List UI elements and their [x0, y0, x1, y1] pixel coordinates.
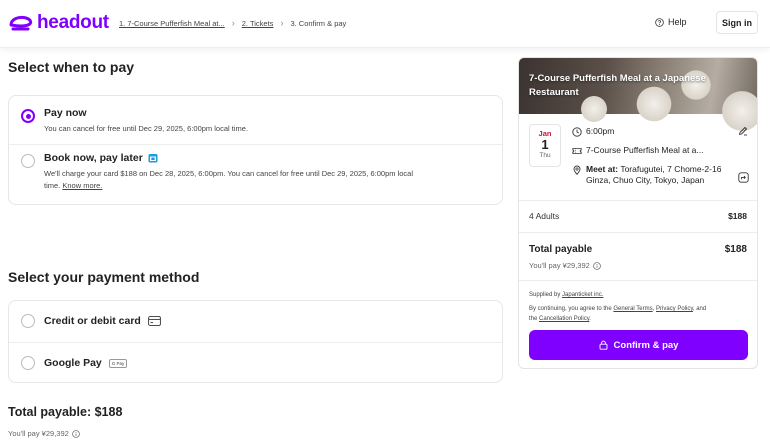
date-weekday: Thu — [539, 152, 551, 159]
privacy-policy-link[interactable]: Privacy Policy — [656, 306, 693, 312]
local-currency-amount: You'll pay ¥29,392 — [8, 429, 69, 438]
google-pay-badge-icon: G Pay — [108, 358, 128, 368]
pay-later-label: Book now, pay later — [44, 152, 143, 164]
pay-later-option[interactable]: Book now, pay later We'll charge your ca… — [9, 145, 502, 205]
credit-card-title: Credit or debit card — [44, 315, 161, 327]
question-circle-icon — [655, 17, 664, 27]
supplier-prefix: Supplied by — [529, 292, 563, 298]
terms-period: . — [589, 316, 591, 322]
terms-the: the — [529, 316, 540, 322]
card-total-value: $188 — [724, 244, 747, 255]
headout-logo-icon — [9, 15, 33, 31]
time-row: 6:00pm — [572, 126, 614, 137]
booking-summary-card: 7-Course Pufferfish Meal at a Japanese R… — [518, 57, 758, 369]
confirm-and-pay-label: Confirm & pay — [613, 339, 679, 351]
meeting-point-address-2: Ginza, Chuo City, Tokyo, Japan — [586, 175, 705, 185]
help-label: Help — [668, 17, 687, 27]
when-to-pay-heading: Select when to pay — [8, 59, 135, 75]
pay-later-description-text-2: time. — [44, 181, 61, 190]
info-icon[interactable] — [71, 429, 80, 438]
breadcrumb-step-1[interactable]: 1. 7-Course Pufferfish Meal at... — [119, 19, 225, 28]
meeting-point-address: Torafugutei, 7 Chome-2-16 — [618, 164, 722, 174]
google-pay-option[interactable]: Google Pay G Pay — [9, 343, 502, 384]
pay-now-description: You can cancel for free until Dec 29, 20… — [44, 124, 249, 133]
breadcrumb: 1. 7-Course Pufferfish Meal at... › 2. T… — [119, 18, 346, 28]
supplier-line: Supplied by Japanticket inc. — [529, 292, 603, 298]
product-row: 7-Course Pufferfish Meal at a... — [572, 145, 703, 156]
breadcrumb-step-2[interactable]: 2. Tickets — [242, 19, 274, 28]
calendar-badge-icon — [148, 154, 158, 163]
confirm-and-pay-button[interactable]: Confirm & pay — [529, 330, 748, 360]
cancellation-policy-link[interactable]: Cancellation Policy — [539, 316, 589, 322]
chevron-right-icon: › — [231, 18, 235, 28]
card-local-currency-note: You'll pay ¥29,392 — [529, 261, 601, 270]
google-pay-label: Google Pay — [44, 357, 102, 369]
pay-later-description: We'll charge your card $188 on Dec 28, 2… — [44, 168, 413, 192]
date-badge: Jan 1 Thu — [529, 124, 561, 167]
help-button[interactable]: Help — [655, 17, 687, 27]
card-divider — [519, 232, 757, 233]
google-pay-title: Google Pay G Pay — [44, 357, 128, 369]
pay-later-radio[interactable] — [21, 154, 35, 168]
product-name: 7-Course Pufferfish Meal at a... — [586, 145, 704, 155]
supplier-link[interactable]: Japanticket inc. — [562, 292, 603, 298]
meeting-point-label: Meet at: — [586, 164, 619, 174]
meeting-point-row: Meet at: Torafugutei, 7 Chome-2-16 Ginza,… — [572, 164, 721, 186]
payment-method-options: Credit or debit card Google Pay G Pay — [8, 300, 503, 383]
card-divider — [519, 280, 757, 281]
payment-method-heading: Select your payment method — [8, 269, 200, 285]
card-divider — [519, 200, 757, 201]
directions-icon[interactable] — [738, 172, 749, 183]
terms-prefix: By continuing, you agree to the — [529, 306, 614, 312]
pay-now-radio[interactable] — [21, 109, 35, 123]
headout-logo[interactable]: headout — [8, 12, 109, 34]
experience-image: 7-Course Pufferfish Meal at a Japanese R… — [519, 58, 757, 134]
experience-title: 7-Course Pufferfish Meal at a Japanese R… — [529, 73, 706, 98]
when-to-pay-options: Pay now You can cancel for free until De… — [8, 95, 503, 205]
pay-now-label: Pay now — [44, 107, 87, 119]
pay-later-description-text: We'll charge your card $188 on Dec 28, 2… — [44, 169, 414, 178]
date-day: 1 — [541, 137, 549, 152]
credit-card-radio[interactable] — [21, 314, 35, 328]
info-icon[interactable] — [592, 261, 601, 270]
guest-price: $188 — [728, 211, 747, 221]
lock-icon — [599, 340, 607, 350]
local-currency-note: You'll pay ¥29,392 — [8, 429, 80, 438]
clock-icon — [572, 127, 582, 137]
time-value: 6:00pm — [586, 126, 615, 136]
credit-card-label: Credit or debit card — [44, 315, 141, 327]
edit-pencil-icon[interactable] — [738, 126, 748, 136]
terms-text: By continuing, you agree to the General … — [529, 304, 751, 324]
ticket-icon — [572, 148, 582, 154]
card-total-label: Total payable — [529, 244, 593, 255]
location-pin-icon — [573, 165, 581, 175]
meeting-point-text: Meet at: Torafugutei, 7 Chome-2-16 Ginza,… — [586, 164, 721, 186]
credit-card-icon — [148, 316, 161, 326]
credit-card-option[interactable]: Credit or debit card — [9, 301, 502, 342]
total-payable-heading: Total payable: $188 — [8, 405, 123, 419]
know-more-link[interactable]: Know more. — [62, 181, 102, 190]
card-local-currency-amount: You'll pay ¥29,392 — [529, 261, 590, 270]
terms-and: , and — [692, 306, 707, 312]
pay-later-title: Book now, pay later — [44, 152, 158, 164]
guest-count: 4 Adults — [529, 211, 560, 221]
logo-text: headout — [37, 12, 109, 33]
chevron-right-icon: › — [280, 18, 284, 28]
google-pay-radio[interactable] — [21, 356, 35, 370]
sign-in-button[interactable]: Sign in — [716, 11, 758, 34]
general-terms-link[interactable]: General Terms — [613, 306, 652, 312]
breadcrumb-step-3: 3. Confirm & pay — [290, 18, 347, 28]
top-header: headout 1. 7-Course Pufferfish Meal at..… — [0, 0, 770, 48]
pay-now-option[interactable]: Pay now You can cancel for free until De… — [9, 96, 502, 144]
